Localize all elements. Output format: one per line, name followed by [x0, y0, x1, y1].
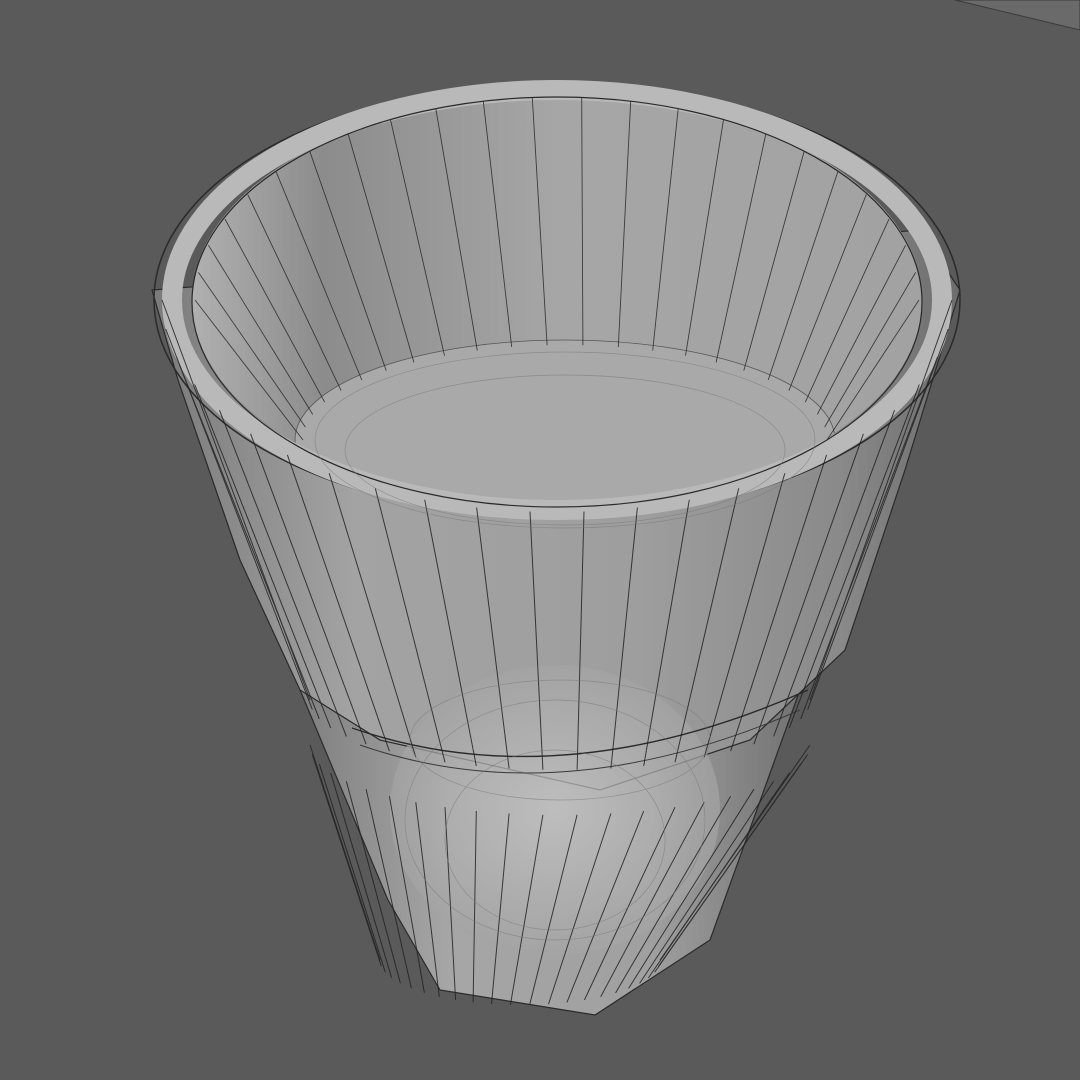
- background-object-edge: [954, 0, 1080, 31]
- scene-render[interactable]: [0, 0, 1080, 1080]
- 3d-viewport[interactable]: [0, 0, 1080, 1080]
- glass-bottom-highlight: [390, 665, 720, 955]
